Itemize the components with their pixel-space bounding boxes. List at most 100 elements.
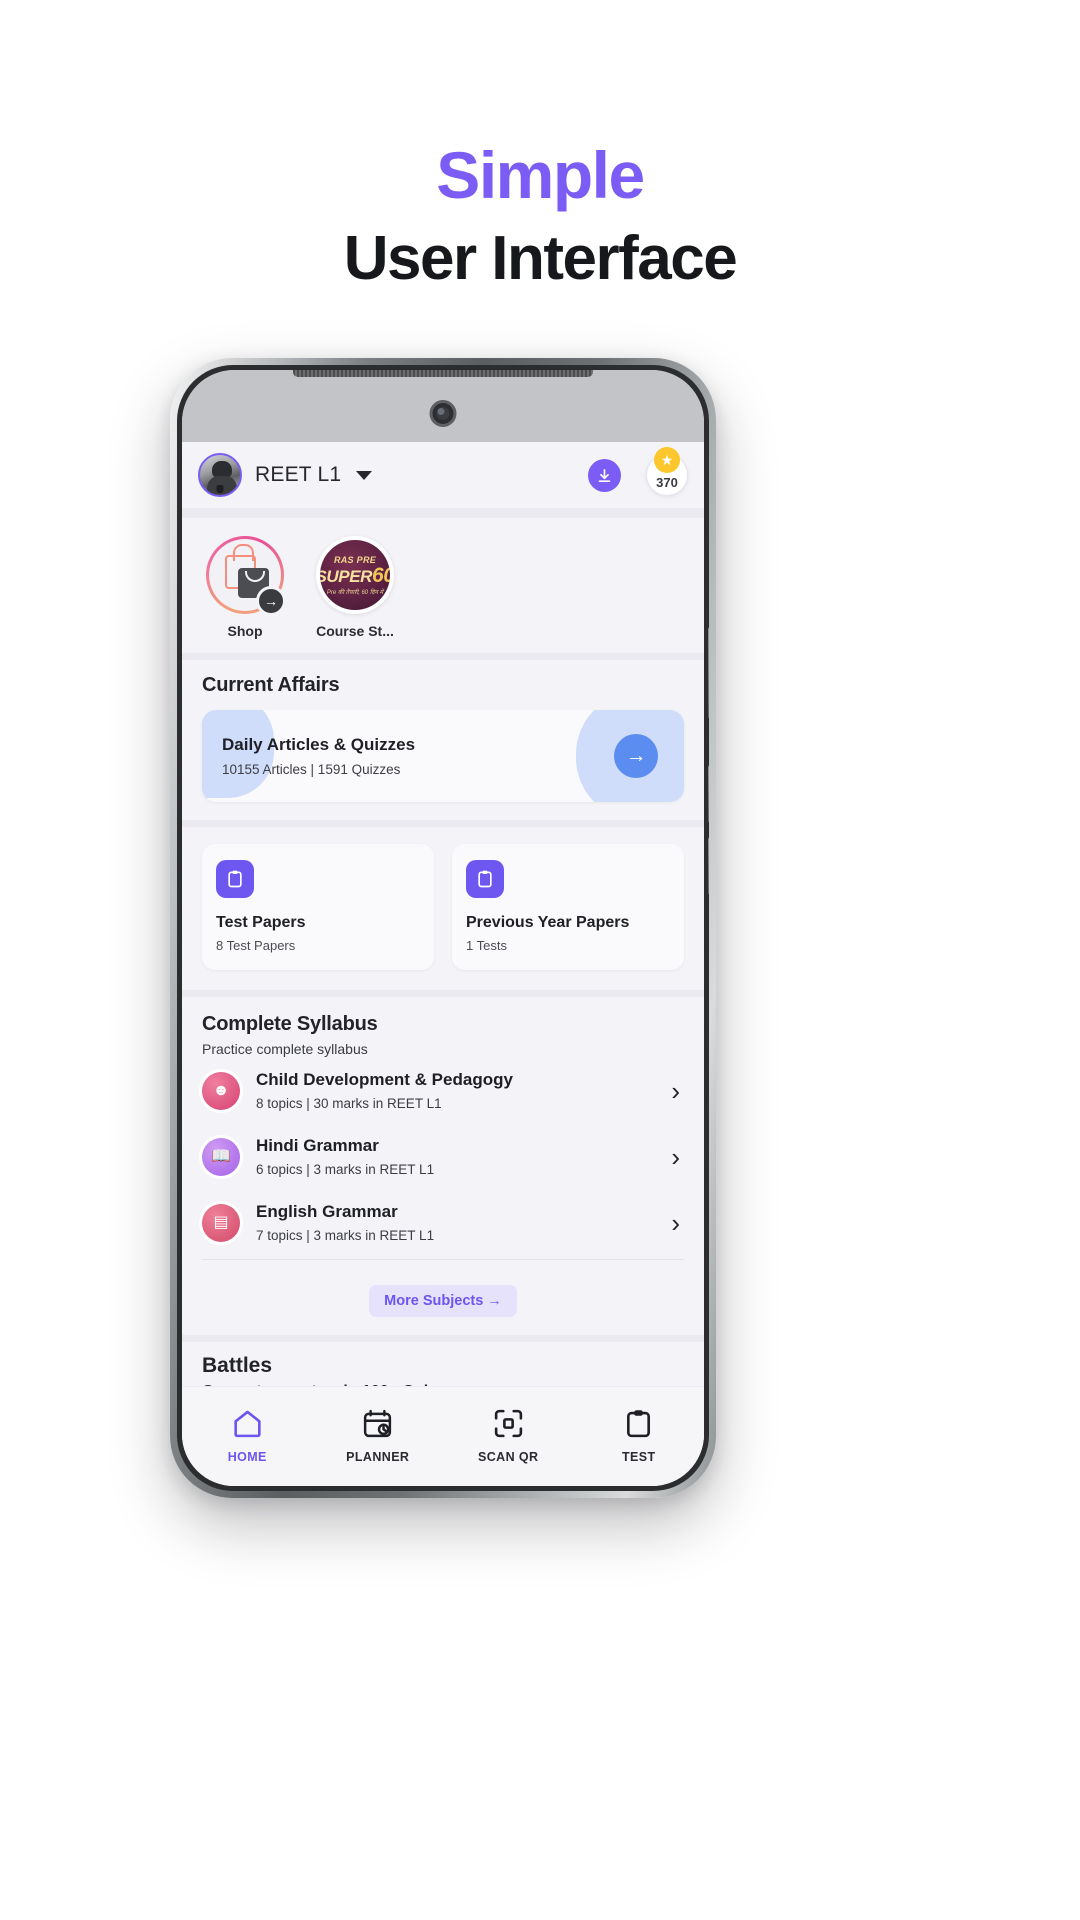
exam-selector-label[interactable]: REET L1 <box>255 463 341 487</box>
arrow-right-icon[interactable]: → <box>614 734 658 778</box>
course-badge-line2: SUPER60 <box>320 565 390 586</box>
calendar-clock-icon <box>313 1403 444 1443</box>
power-button[interactable] <box>708 765 709 823</box>
shortcut-course-store[interactable]: RAS PRE SUPER60 Pre की तैयारी, 60 दिन मे… <box>312 536 398 639</box>
item-subtitle: 7 topics | 3 marks in REET L1 <box>256 1228 435 1243</box>
book-icon: ▤ <box>202 1203 240 1242</box>
item-text: English Grammar 7 topics | 3 marks in RE… <box>256 1202 655 1243</box>
download-button[interactable] <box>588 458 621 492</box>
chevron-right-icon[interactable]: › <box>671 1210 684 1236</box>
current-affairs-section: Current Affairs Daily Articles & Quizzes… <box>182 660 704 820</box>
avatar-badge <box>216 485 224 493</box>
headline-line-2: User Interface <box>343 223 738 293</box>
section-divider <box>182 990 704 997</box>
star-icon: ★ <box>654 447 680 473</box>
promo-screenshot: Simple User Interface REET L1 ★ 370 → Sh… <box>0 0 1080 1920</box>
card-title: Previous Year Papers <box>466 914 630 931</box>
clipboard-glyph <box>627 1409 651 1437</box>
section-title: Battles <box>202 1354 273 1377</box>
course-badge-number: 60 <box>372 563 390 587</box>
qr-glyph <box>494 1409 522 1437</box>
extra-button[interactable] <box>708 837 709 895</box>
nav-label: SCAN QR <box>478 1450 539 1464</box>
item-title: English Grammar <box>256 1202 398 1221</box>
syllabus-item[interactable]: 📖 Hindi Grammar 6 topics | 3 marks in RE… <box>202 1123 684 1189</box>
section-divider <box>182 653 704 660</box>
chevron-right-icon[interactable]: › <box>671 1078 684 1104</box>
list-divider <box>202 1259 684 1260</box>
syllabus-section: Complete Syllabus Practice complete syll… <box>182 997 704 1268</box>
section-divider <box>182 1335 704 1342</box>
section-title: Complete Syllabus <box>202 1013 378 1035</box>
card-subtitle: 1 Tests <box>466 938 507 953</box>
course-badge-art: RAS PRE SUPER60 Pre की तैयारी, 60 दिन मे… <box>320 540 390 610</box>
promo-headline: Simple User Interface <box>0 138 1080 295</box>
card-title: Daily Articles & Quizzes <box>222 735 416 754</box>
device-status-bar <box>182 370 704 442</box>
section-title: Current Affairs <box>202 674 340 696</box>
phone-bezel: REET L1 ★ 370 → Shop RAS PRE SUPER6 Pre … <box>177 365 709 1491</box>
book-icon: 📖 <box>202 1137 240 1176</box>
headline-line-1: Simple <box>436 138 645 212</box>
calendar-glyph <box>364 1409 392 1437</box>
download-icon <box>598 468 611 482</box>
nav-item-home[interactable]: HOME <box>182 1403 313 1464</box>
section-divider <box>182 508 704 518</box>
arrow-right-icon: → <box>256 586 286 616</box>
card-title: Test Papers <box>216 914 306 931</box>
course-thumbnail: RAS PRE SUPER60 Pre की तैयारी, 60 दिन मे… <box>316 536 394 614</box>
item-subtitle: 6 topics | 3 marks in REET L1 <box>256 1162 435 1177</box>
coins-count: 370 <box>656 475 678 490</box>
clipboard-glyph <box>478 870 492 888</box>
section-subtitle: Practice complete syllabus <box>202 1041 368 1057</box>
shop-icon-wrap: → <box>206 536 286 616</box>
card-subtitle: 8 Test Papers <box>216 938 296 953</box>
nav-item-planner[interactable]: PLANNER <box>313 1403 444 1464</box>
nav-label: PLANNER <box>346 1450 410 1464</box>
avatar[interactable] <box>198 453 242 497</box>
front-camera <box>429 400 457 427</box>
course-icon-wrap: RAS PRE SUPER60 Pre की तैयारी, 60 दिन मे… <box>316 536 394 614</box>
shortcuts-row: → Shop RAS PRE SUPER60 Pre की तैया <box>182 518 704 653</box>
card-subtitle: 10155 Articles | 1591 Quizzes <box>222 762 401 777</box>
nav-label: TEST <box>621 1450 656 1464</box>
nav-item-test[interactable]: TEST <box>574 1403 705 1464</box>
syllabus-item[interactable]: ☻ Child Development & Pedagogy 8 topics … <box>202 1057 684 1123</box>
home-icon <box>182 1403 313 1443</box>
child-icon: ☻ <box>202 1071 240 1110</box>
shortcut-label: Course St... <box>316 623 394 639</box>
syllabus-item[interactable]: ▤ English Grammar 7 topics | 3 marks in … <box>202 1189 684 1255</box>
test-papers-card[interactable]: Test Papers 8 Test Papers <box>202 844 434 970</box>
nav-item-scan-qr[interactable]: SCAN QR <box>443 1403 574 1464</box>
book-glyph: ▤ <box>213 1213 229 1231</box>
clipboard-icon <box>574 1403 705 1443</box>
daily-articles-card[interactable]: Daily Articles & Quizzes 10155 Articles … <box>202 710 684 802</box>
section-divider <box>182 820 704 827</box>
app-content: REET L1 ★ 370 → Shop RAS PRE SUPER6 Pre … <box>182 442 704 1486</box>
child-glyph: ☻ <box>212 1081 230 1099</box>
nav-label: HOME <box>227 1450 267 1464</box>
course-badge-line3: Pre की तैयारी, 60 दिन में <box>326 589 384 596</box>
phone-mockup: REET L1 ★ 370 → Shop RAS PRE SUPER6 Pre … <box>170 358 716 1498</box>
course-badge-line1: RAS PRE <box>333 554 377 565</box>
bottom-navigation: HOME PLANNER SCAN QR TEST <box>182 1386 704 1486</box>
clipboard-icon <box>216 860 254 898</box>
shortcut-shop[interactable]: → Shop <box>202 536 288 639</box>
more-subjects-row: More Subjects → <box>182 1268 704 1335</box>
card-text: Daily Articles & Quizzes 10155 Articles … <box>202 735 415 777</box>
chevron-right-icon[interactable]: › <box>671 1144 684 1170</box>
item-text: Hindi Grammar 6 topics | 3 marks in REET… <box>256 1136 655 1177</box>
more-subjects-button[interactable]: More Subjects → <box>369 1285 517 1317</box>
coins-badge[interactable]: ★ 370 <box>646 447 688 496</box>
item-text: Child Development & Pedagogy 8 topics | … <box>256 1070 655 1111</box>
chevron-down-icon[interactable] <box>356 470 373 480</box>
previous-year-papers-card[interactable]: Previous Year Papers 1 Tests <box>452 844 684 970</box>
course-badge-super: SUPER <box>320 566 373 586</box>
volume-button[interactable] <box>708 627 709 719</box>
item-subtitle: 8 topics | 30 marks in REET L1 <box>256 1096 442 1111</box>
clipboard-icon <box>466 860 504 898</box>
item-title: Hindi Grammar <box>256 1136 379 1155</box>
item-title: Child Development & Pedagogy <box>256 1070 513 1089</box>
qr-scan-icon <box>443 1403 574 1443</box>
home-glyph <box>234 1410 261 1437</box>
